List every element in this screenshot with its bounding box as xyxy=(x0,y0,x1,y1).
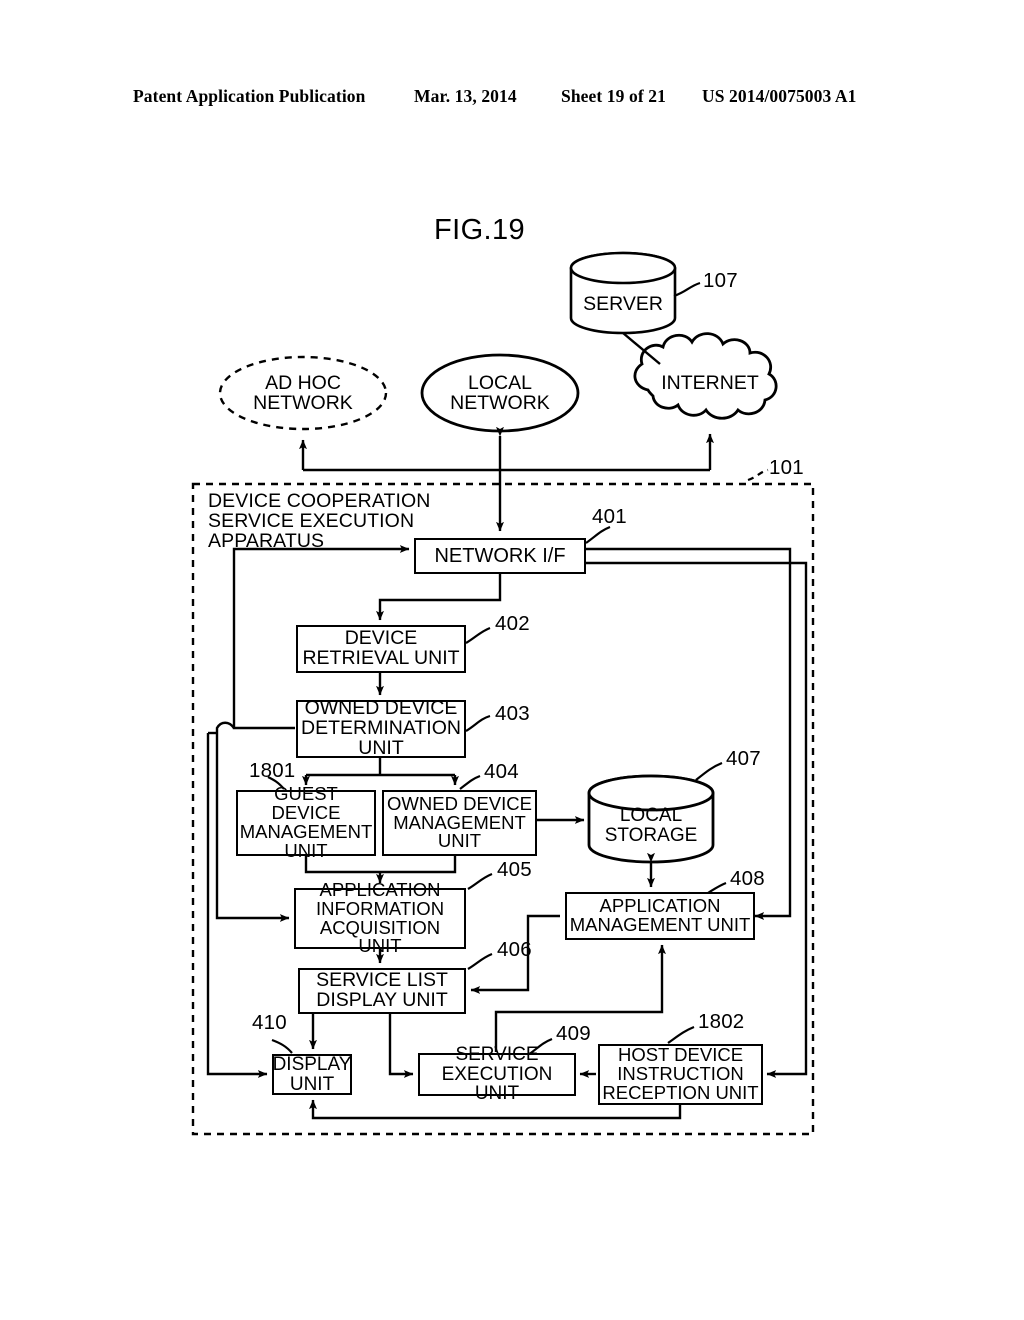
ref-410: 410 xyxy=(252,1011,287,1034)
local-storage-cylinder-shape xyxy=(587,774,715,864)
network-if-block[interactable]: NETWORK I/F xyxy=(414,538,586,574)
service-execution-unit-label: SERVICE EXECUTION UNIT xyxy=(441,1044,553,1105)
ref-403: 403 xyxy=(495,702,530,725)
ref-101: 101 xyxy=(769,456,804,479)
ref-407: 407 xyxy=(726,747,761,770)
owned-device-determination-unit-label: OWNED DEVICE DETERMINATION UNIT xyxy=(301,697,461,759)
application-management-unit-label: APPLICATION MANAGEMENT UNIT xyxy=(569,895,751,935)
ref-409: 409 xyxy=(556,1022,591,1045)
display-unit-label: DISPLAY UNIT xyxy=(272,1054,352,1095)
diagram-vector-layer xyxy=(191,251,815,1136)
ref-404: 404 xyxy=(484,760,519,783)
network-if-label: NETWORK I/F xyxy=(434,544,566,567)
owned-device-management-unit-label: OWNED DEVICE MANAGEMENT UNIT xyxy=(387,792,532,852)
local-network-shape xyxy=(420,353,580,433)
service-execution-unit-block[interactable]: SERVICE EXECUTION UNIT xyxy=(418,1045,576,1103)
owned-device-management-unit-block[interactable]: OWNED DEVICE MANAGEMENT UNIT xyxy=(382,790,537,856)
ref-1802: 1802 xyxy=(698,1010,745,1033)
owned-device-determination-unit-block[interactable]: OWNED DEVICE DETERMINATION UNIT xyxy=(296,697,466,759)
application-management-unit-block[interactable]: APPLICATION MANAGEMENT UNIT xyxy=(565,892,755,940)
ref-107: 107 xyxy=(703,269,738,292)
guest-device-management-unit-block[interactable]: GUEST DEVICE MANAGEMENT UNIT xyxy=(236,784,376,860)
device-retrieval-unit-block[interactable]: DEVICE RETRIEVAL UNIT xyxy=(296,625,466,673)
service-list-display-unit-block[interactable]: SERVICE LIST DISPLAY UNIT xyxy=(298,968,466,1014)
server-cylinder-shape xyxy=(569,251,677,335)
ref-405: 405 xyxy=(497,858,532,881)
device-retrieval-unit-label: DEVICE RETRIEVAL UNIT xyxy=(302,627,460,669)
ad-hoc-network-shape xyxy=(218,355,388,431)
ref-401: 401 xyxy=(592,505,627,528)
patent-figure-page: Patent Application Publication Mar. 13, … xyxy=(0,0,1024,1320)
guest-device-management-unit-label: GUEST DEVICE MANAGEMENT UNIT xyxy=(239,783,373,861)
application-information-acquisition-unit-block[interactable]: APPLICATION INFORMATION ACQUISITION UNIT xyxy=(294,880,466,955)
ref-402: 402 xyxy=(495,612,530,635)
display-unit-block[interactable]: DISPLAY UNIT xyxy=(272,1054,352,1095)
application-information-acquisition-unit-label: APPLICATION INFORMATION ACQUISITION UNIT xyxy=(315,878,445,957)
ref-406: 406 xyxy=(497,938,532,961)
ref-408: 408 xyxy=(730,867,765,890)
host-device-instruction-reception-unit-label: HOST DEVICE INSTRUCTION RECEPTION UNIT xyxy=(602,1044,759,1103)
ref-1801: 1801 xyxy=(249,759,296,782)
service-list-display-unit-label: SERVICE LIST DISPLAY UNIT xyxy=(316,969,448,1011)
host-device-instruction-reception-unit-block[interactable]: HOST DEVICE INSTRUCTION RECEPTION UNIT xyxy=(598,1044,763,1105)
internet-cloud-shape xyxy=(633,332,778,420)
